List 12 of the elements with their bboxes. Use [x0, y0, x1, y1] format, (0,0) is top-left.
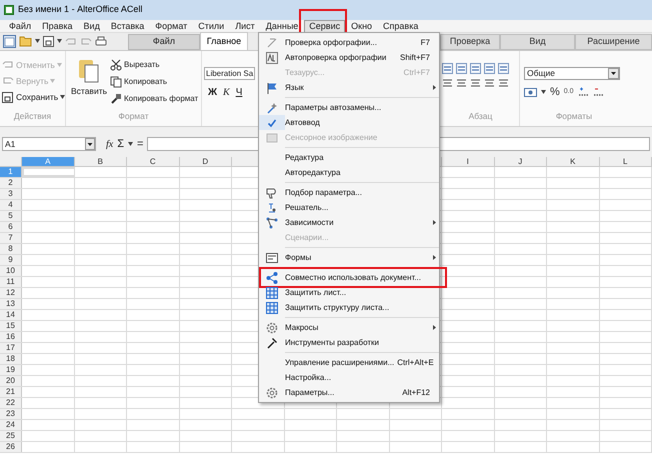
group-label: Действия	[12, 110, 52, 123]
group-label: Абзац	[468, 110, 494, 123]
shortcut-label: F7	[420, 36, 430, 48]
window-title: Без имени 1 - AlterOffice ACell	[18, 3, 142, 16]
shortcut-label: Ctrl+F7	[404, 66, 430, 78]
group-label: Форматы	[554, 110, 594, 123]
shortcut-label: Shift+F7	[400, 52, 430, 64]
group-label: Формат	[117, 110, 150, 123]
cell-reference: A1	[4, 138, 16, 150]
dropdown-value: Общие	[526, 67, 555, 80]
shortcut-label: Ctrl+Alt+E	[397, 356, 434, 368]
shortcut-label: Alt+F12	[402, 386, 430, 398]
